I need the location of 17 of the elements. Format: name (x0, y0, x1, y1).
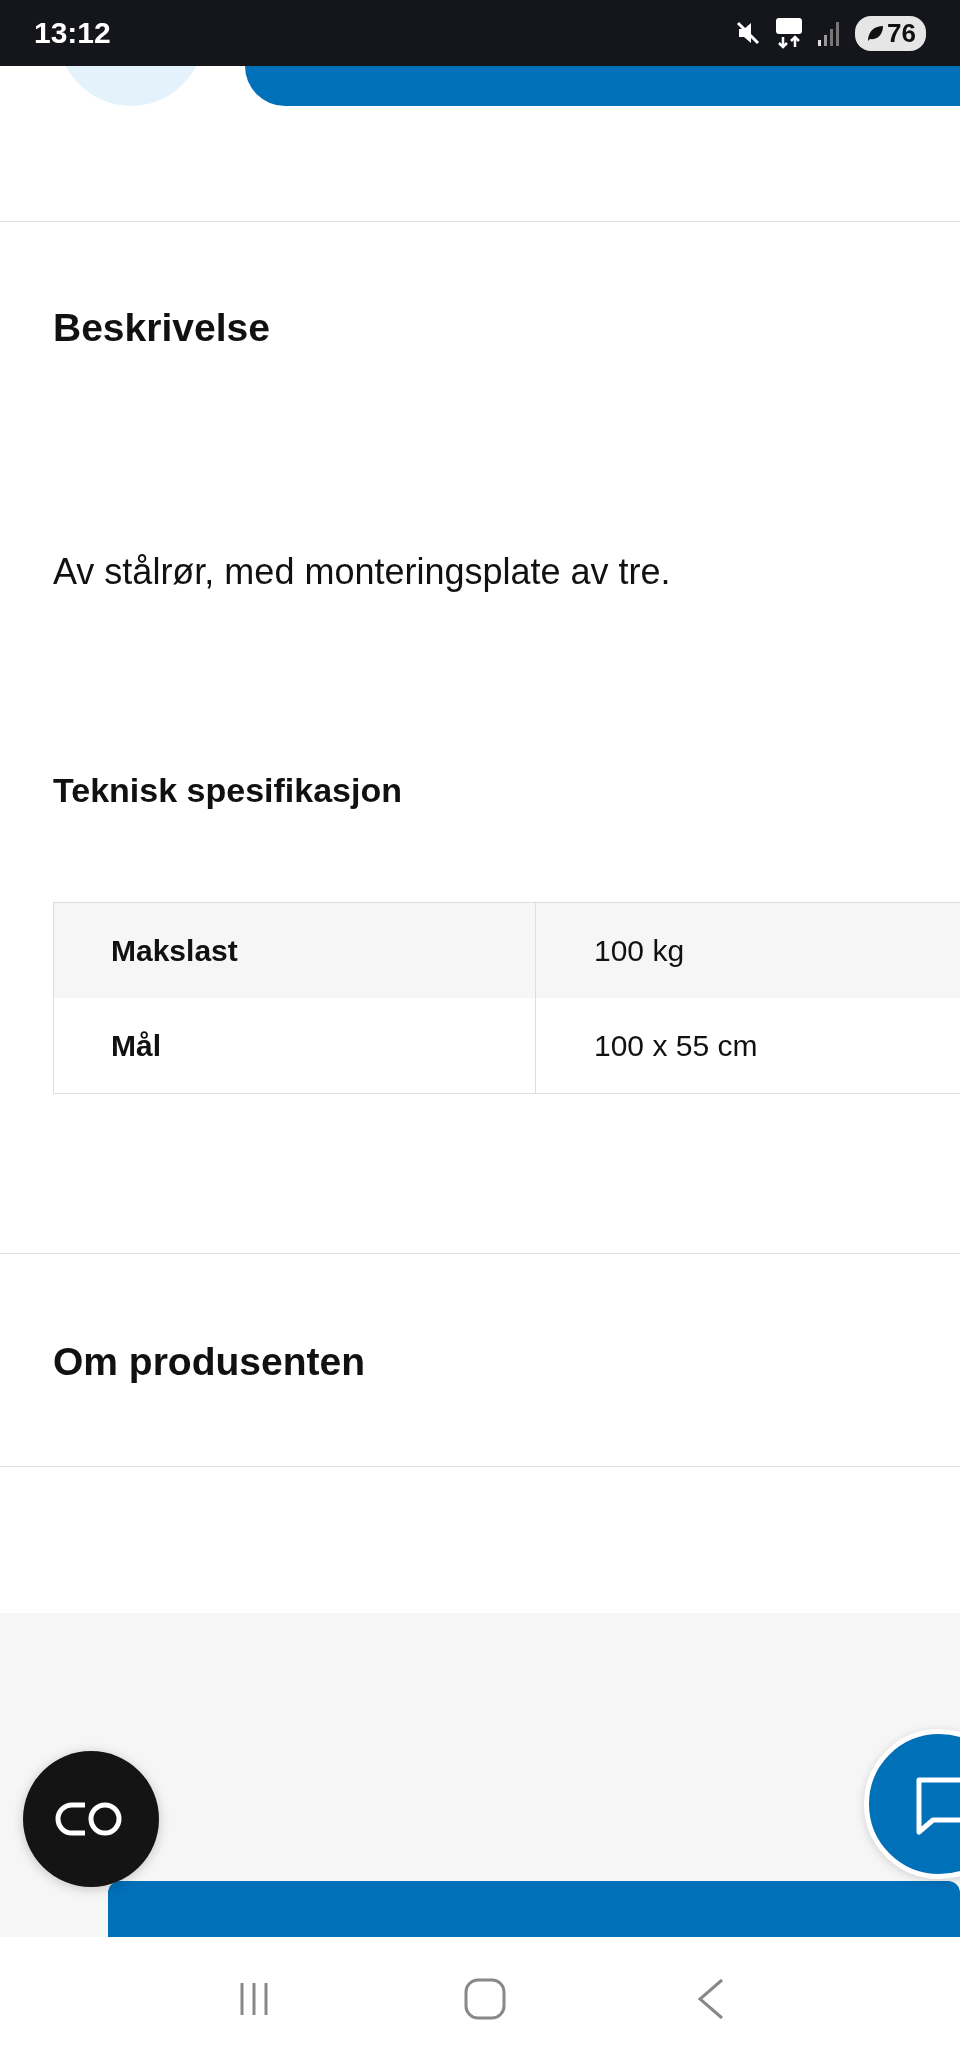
subsection-heading: Teknisk spesifikasjon (53, 770, 402, 811)
network-icon (775, 17, 804, 49)
home-icon[interactable] (463, 1976, 507, 2021)
clock-time: 13:12 (34, 16, 112, 50)
spec-label: Mål (111, 1028, 161, 1063)
section-heading[interactable]: Om produsenten (53, 1339, 366, 1385)
leaf-icon (865, 23, 886, 43)
section-heading: Beskrivelse (53, 305, 270, 351)
spec-value: 100 x 55 cm (594, 1028, 758, 1063)
spec-value: 100 kg (594, 933, 685, 968)
signal-icon (817, 20, 842, 46)
spec-label: Makslast (111, 933, 238, 968)
description-text: Av stålrør, med monteringsplate av tre. (53, 550, 671, 594)
accessibility-button[interactable] (23, 1751, 159, 1887)
battery-indicator: 76 (855, 15, 926, 51)
back-icon[interactable] (695, 1976, 726, 2021)
mute-icon (735, 20, 762, 46)
